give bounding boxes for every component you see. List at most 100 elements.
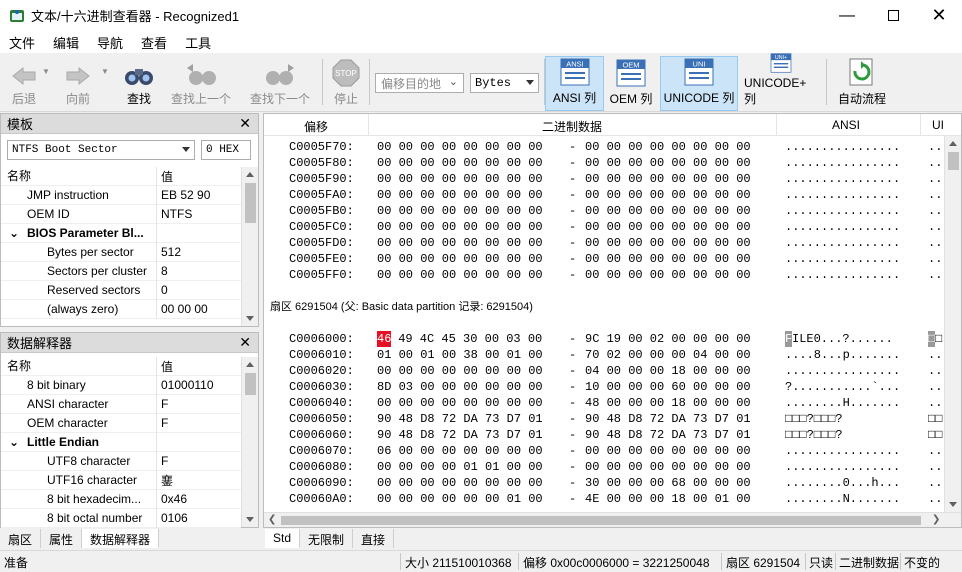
find-previous-button[interactable]: 查找上一个 <box>168 53 234 111</box>
interpreter-scrollbar[interactable] <box>241 357 258 527</box>
property-row[interactable]: OEM ID NTFS <box>1 204 241 224</box>
property-row[interactable]: OEM character F <box>1 413 241 433</box>
hex-row[interactable]: C0006020: 00 00 00 00 00 00 00 00 -04 00 0… <box>264 363 944 379</box>
name-column-header[interactable]: 名称 <box>1 356 157 376</box>
hex-row[interactable]: C0006010: 01 00 01 00 38 00 01 00 -70 02 0… <box>264 347 944 363</box>
tab-direct[interactable]: 直接 <box>353 529 395 548</box>
tab-sector[interactable]: 扇区 <box>0 529 42 548</box>
hex-row[interactable]: C0005FD0: 00 00 00 00 00 00 00 00-00 00 0… <box>264 235 944 251</box>
hex-row[interactable]: C0005F80: 00 00 00 00 00 00 00 00-00 00 0… <box>264 155 944 171</box>
back-dropdown[interactable]: ▼ <box>40 53 52 111</box>
hex-vertical-scrollbar[interactable] <box>944 136 961 512</box>
hex-horizontal-scrollbar[interactable]: ❮ ❯ <box>264 512 961 527</box>
scroll-left-icon[interactable]: ❮ <box>268 514 276 525</box>
forward-button[interactable]: 向前 <box>58 53 98 111</box>
property-row[interactable]: UTF16 character 䥆 <box>1 470 241 490</box>
close-icon[interactable]: ✕ <box>239 334 251 351</box>
hex-row[interactable]: C0005FF0: 00 00 00 00 00 00 00 00-00 00 0… <box>264 267 944 283</box>
ansi-column-header[interactable]: ANSI <box>832 118 860 132</box>
scroll-up-icon[interactable] <box>246 172 254 177</box>
property-row[interactable]: 8 bit octal number 0106 <box>1 508 241 528</box>
minimize-button[interactable]: — <box>824 0 870 31</box>
property-row[interactable]: Sectors per cluster 8 <box>1 261 241 281</box>
property-row[interactable]: ⌄ Little Endian <box>1 432 241 452</box>
scroll-up-icon[interactable] <box>949 141 957 146</box>
property-row[interactable]: (always zero) 00 00 00 <box>1 299 241 319</box>
hex-row[interactable]: C00060A0: 00 00 00 00 00 00 01 00 -4E 00 0… <box>264 491 944 507</box>
expand-chevron-icon[interactable]: ⌄ <box>9 224 27 243</box>
hex-view[interactable]: 偏移 二进制数据 ANSI UI C0005F70: 00 00 00 00 00… <box>263 113 962 528</box>
template-offset-field[interactable]: 0 HEX <box>201 140 251 160</box>
hex-row[interactable]: C0006090: 00 00 00 00 00 00 00 00 -30 00 0… <box>264 475 944 491</box>
auto-flow-button[interactable]: 自动流程 <box>834 53 890 111</box>
stop-button[interactable]: STOP 停止 <box>328 53 364 111</box>
hex-row[interactable]: C0006060: 90 48 D8 72 DA 73 D7 01-90 48 D… <box>264 427 944 443</box>
binary-column-header[interactable]: 二进制数据 <box>542 118 602 135</box>
property-row[interactable]: ANSI character F <box>1 394 241 414</box>
selected-byte[interactable]: 46 <box>377 331 392 347</box>
offset-target-placeholder: 偏移目的地 <box>381 76 442 91</box>
hex-row[interactable]: C0005FE0: 00 00 00 00 00 00 00 00-00 00 0… <box>264 251 944 267</box>
hex-row[interactable]: C0005FC0: 00 00 00 00 00 00 00 00-00 00 0… <box>264 219 944 235</box>
find-next-button[interactable]: 查找下一个 <box>247 53 313 111</box>
property-name-cell: OEM character <box>1 413 157 433</box>
property-row[interactable]: JMP instruction EB 52 90 <box>1 185 241 205</box>
name-column-header[interactable]: 名称 <box>1 166 157 186</box>
hex-row[interactable]: C0006050: 90 48 D8 72 DA 73 D7 01-90 48 D… <box>264 411 944 427</box>
expand-chevron-icon[interactable]: ⌄ <box>9 433 27 452</box>
row-ansi: ?...........`... <box>785 380 901 394</box>
oem-column-button[interactable]: OEM OEM 列 <box>608 53 654 111</box>
tab-data-interpreter[interactable]: 数据解释器 <box>82 529 160 548</box>
scroll-down-icon[interactable] <box>246 517 254 522</box>
find-button[interactable]: 查找 <box>118 53 160 111</box>
hex-row[interactable]: C0006030: 8D 03 00 00 00 00 00 00 -10 00 0… <box>264 379 944 395</box>
hex-row[interactable]: C0006070: 06 00 00 00 00 00 00 00 -00 00 0… <box>264 443 944 459</box>
menu-tools[interactable]: 工具 <box>176 33 220 52</box>
offset-column-header[interactable]: 偏移 <box>304 118 328 135</box>
menu-edit[interactable]: 编辑 <box>44 33 88 52</box>
back-button[interactable]: 后退 <box>4 53 44 111</box>
unicode-column-header[interactable]: UI <box>932 118 944 132</box>
menu-view[interactable]: 查看 <box>132 33 176 52</box>
scroll-thumb[interactable] <box>245 183 256 223</box>
property-row[interactable]: ⌄ BIOS Parameter Bl... <box>1 223 241 243</box>
scroll-thumb[interactable] <box>245 373 256 395</box>
hex-row[interactable]: C0006080: 00 00 00 00 01 01 00 00 -00 00 0… <box>264 459 944 475</box>
property-row[interactable]: Reserved sectors 0 <box>1 280 241 300</box>
tab-std[interactable]: Std <box>265 529 301 548</box>
scroll-down-icon[interactable] <box>246 316 254 321</box>
offset-target-combo[interactable]: 偏移目的地 ⌄ <box>375 73 464 93</box>
property-row[interactable]: 8 bit binary 01000110 <box>1 375 241 395</box>
unicode-plus-column-button[interactable]: UNI+ UNICODE+ 列 <box>744 53 818 111</box>
forward-dropdown[interactable]: ▼ <box>99 53 111 111</box>
scroll-thumb[interactable] <box>948 152 959 170</box>
ansi-column-button[interactable]: ANSI ANSI 列 <box>545 56 604 111</box>
tab-unlimited[interactable]: 无限制 <box>300 529 354 548</box>
hex-row-selected[interactable]: C0006000: 46 49 4C 45 30 00 03 00 - 9C 1… <box>264 331 944 347</box>
scroll-down-icon[interactable] <box>949 502 957 507</box>
menu-file[interactable]: 文件 <box>0 33 44 52</box>
hex-row[interactable]: C0005FB0: 00 00 00 00 00 00 00 00-00 00 0… <box>264 203 944 219</box>
scroll-up-icon[interactable] <box>246 362 254 367</box>
value-column-header[interactable]: 值 <box>157 168 173 185</box>
property-name: Bytes per sector <box>47 244 134 259</box>
maximize-button[interactable] <box>870 0 916 31</box>
hex-row[interactable]: C0006040: 00 00 00 00 00 00 00 00 -48 00 0… <box>264 395 944 411</box>
close-button[interactable]: ✕ <box>916 0 962 31</box>
property-row[interactable]: 8 bit hexadecim... 0x46 <box>1 489 241 509</box>
hex-row[interactable]: C0005F70: 00 00 00 00 00 00 00 00-00 00 0… <box>264 139 944 155</box>
template-scrollbar[interactable] <box>241 167 258 326</box>
template-select[interactable]: NTFS Boot Sector <box>7 140 195 160</box>
hex-row[interactable]: C0005F90: 00 00 00 00 00 00 00 00-00 00 0… <box>264 171 944 187</box>
scroll-right-icon[interactable]: ❯ <box>932 514 940 525</box>
property-row[interactable]: UTF8 character F <box>1 451 241 471</box>
menu-navigate[interactable]: 导航 <box>88 33 132 52</box>
value-column-header[interactable]: 值 <box>157 358 173 375</box>
close-icon[interactable]: ✕ <box>239 115 251 132</box>
scroll-thumb[interactable] <box>281 516 921 525</box>
unicode-column-button[interactable]: UNI UNICODE 列 <box>660 56 738 111</box>
unit-select[interactable]: Bytes <box>470 73 539 93</box>
hex-row[interactable]: C0005FA0: 00 00 00 00 00 00 00 00-00 00 0… <box>264 187 944 203</box>
property-row[interactable]: Bytes per sector 512 <box>1 242 241 262</box>
tab-properties[interactable]: 属性 <box>41 529 83 548</box>
